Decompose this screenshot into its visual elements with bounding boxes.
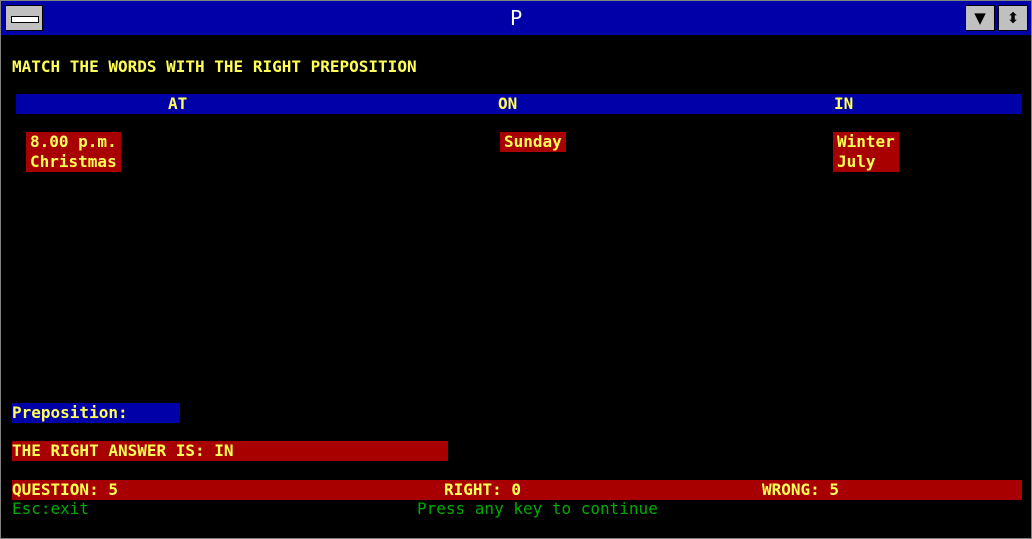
instruction-text: MATCH THE WORDS WITH THE RIGHT PREPOSITI… <box>12 57 417 76</box>
continue-hint: Press any key to continue <box>417 499 658 518</box>
word-item: Winter <box>837 132 895 151</box>
right-answer-message: THE RIGHT ANSWER IS: IN <box>12 441 448 461</box>
score-status-bar: QUESTION: 5 RIGHT: 0 WRONG: 5 <box>12 480 1022 500</box>
word-list-on: Sunday <box>500 132 566 152</box>
column-heading-on: ON <box>498 94 518 113</box>
console-area: MATCH THE WORDS WITH THE RIGHT PREPOSITI… <box>8 36 1024 538</box>
word-item: 8.00 p.m. <box>30 132 117 151</box>
right-counter: RIGHT: 0 <box>444 480 522 499</box>
word-item: Sunday <box>504 132 562 151</box>
word-item: Christmas <box>30 152 117 171</box>
word-list-in: Winter July <box>833 132 899 172</box>
window-title: P <box>509 6 523 30</box>
exit-hint[interactable]: Esc:exit <box>12 499 89 519</box>
column-heading-in: IN <box>834 94 854 113</box>
dos-window: P ▼ ⬍ MATCH THE WORDS WITH THE RIGHT PRE… <box>0 0 1032 539</box>
restore-icon[interactable]: ⬍ <box>998 5 1028 31</box>
minimize-icon[interactable]: ▼ <box>965 5 995 31</box>
title-bar[interactable]: P ▼ ⬍ <box>1 1 1031 36</box>
question-counter: QUESTION: 5 <box>12 480 118 499</box>
footer-hints: Esc:exit Press any key to continue <box>12 499 1022 519</box>
wrong-counter: WRONG: 5 <box>762 480 840 499</box>
word-list-at: 8.00 p.m. Christmas <box>26 132 121 172</box>
column-heading-at: AT <box>168 94 188 113</box>
preposition-input-field[interactable]: Preposition: <box>12 403 180 423</box>
column-header-bar: AT ON IN <box>16 94 1022 114</box>
word-item: July <box>837 152 876 171</box>
